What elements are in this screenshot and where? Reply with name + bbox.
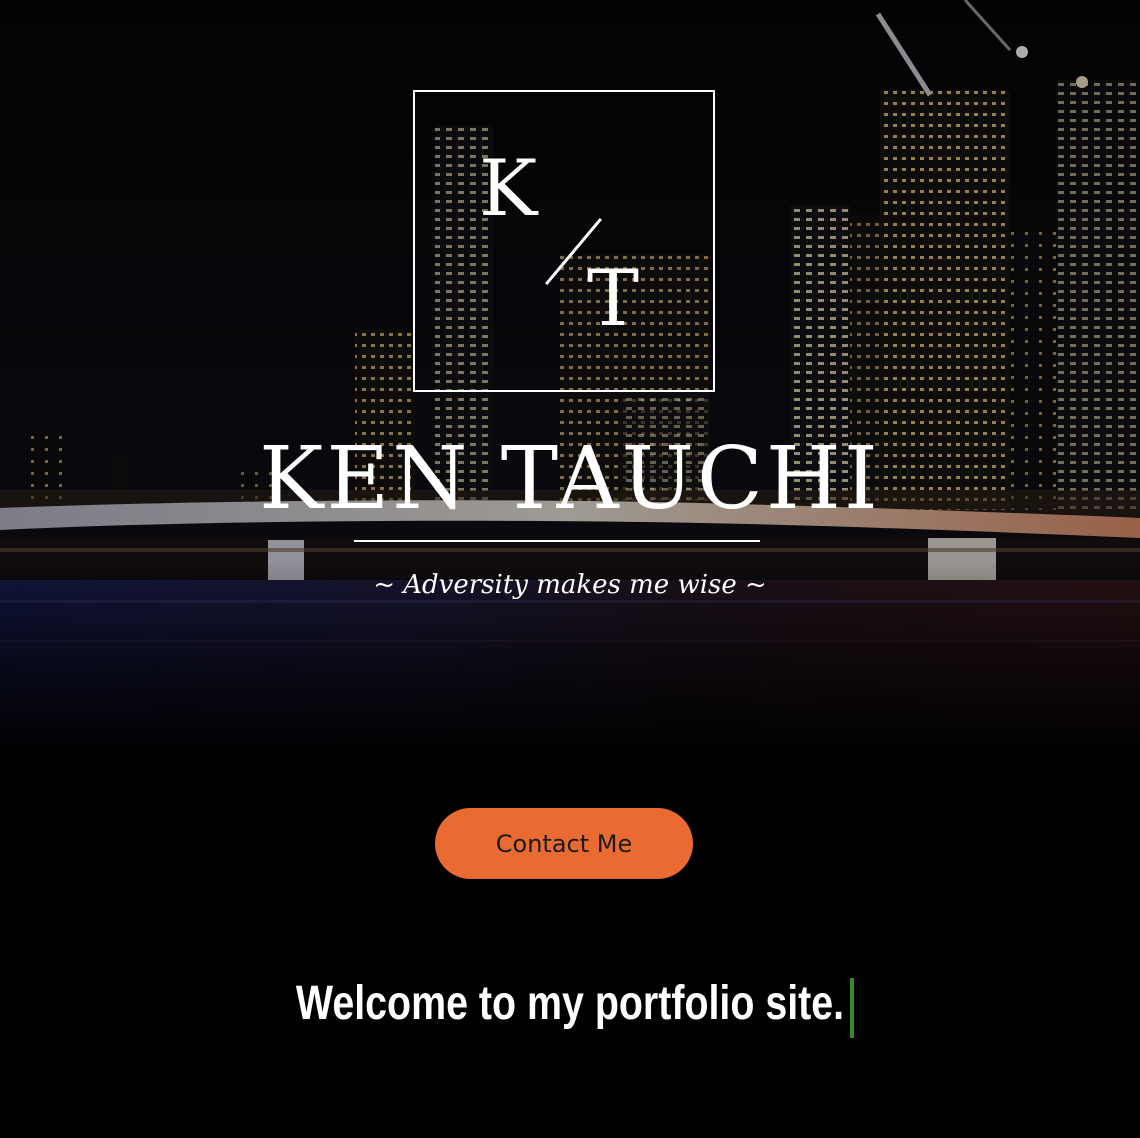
site-name-heading: KEN TAUCHI xyxy=(259,429,881,529)
portfolio-page: K T KEN TAUCHI ~ Adversity makes me wise… xyxy=(0,0,1140,1138)
welcome-text: Welcome to my portfolio site. xyxy=(295,977,845,1030)
title-divider xyxy=(354,540,760,542)
logo-letter-k: K xyxy=(479,144,538,234)
contact-me-button[interactable]: Contact Me xyxy=(435,808,693,879)
kt-logo: K T xyxy=(413,90,715,392)
typing-cursor xyxy=(850,978,854,1038)
tagline: ~ Adversity makes me wise ~ xyxy=(373,570,767,600)
logo-letter-t: T xyxy=(587,254,640,344)
